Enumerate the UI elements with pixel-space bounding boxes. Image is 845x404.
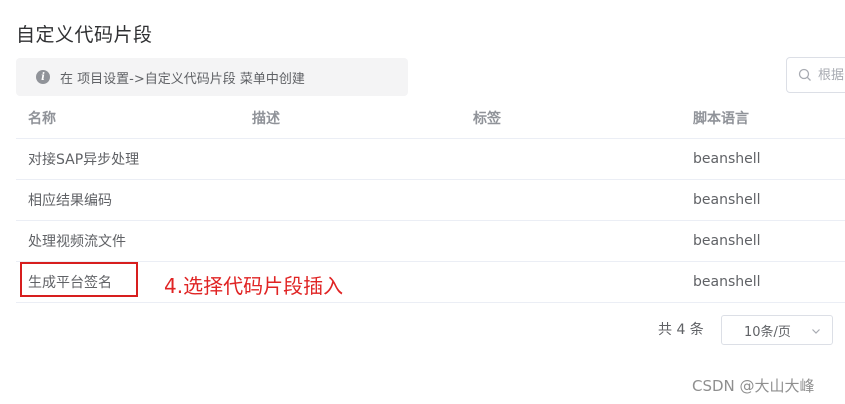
info-alert: i 在 项目设置->自定义代码片段 菜单中创建 (16, 58, 408, 96)
search-box[interactable] (786, 57, 845, 93)
table-row[interactable]: 处理视频流文件 beanshell (16, 221, 845, 262)
snippet-table: 名称 描述 标签 脚本语言 对接SAP异步处理 beanshell 相应结果编码… (16, 98, 845, 303)
cell-language: beanshell (693, 274, 761, 290)
page-size-select[interactable]: 10条/页 (721, 315, 833, 345)
cell-language: beanshell (693, 151, 761, 167)
cell-language: beanshell (693, 233, 761, 249)
page-size-value: 10条/页 (744, 324, 791, 340)
cell-name: 处理视频流文件 (28, 234, 126, 250)
column-header-name[interactable]: 名称 (28, 98, 56, 138)
cell-language: beanshell (693, 192, 761, 208)
pagination-total: 共 4 条 (658, 322, 704, 338)
info-icon: i (36, 70, 50, 84)
search-icon (798, 68, 811, 81)
annotation-text: 4.选择代码片段插入 (164, 274, 344, 298)
cell-name: 对接SAP异步处理 (28, 152, 140, 168)
highlight-box (20, 262, 138, 297)
table-row[interactable]: 对接SAP异步处理 beanshell (16, 139, 845, 180)
table-row[interactable]: 相应结果编码 beanshell (16, 180, 845, 221)
column-header-language[interactable]: 脚本语言 (693, 98, 749, 138)
cell-name: 相应结果编码 (28, 193, 112, 209)
chevron-down-icon (812, 329, 820, 334)
page-title: 自定义代码片段 (16, 24, 153, 46)
watermark: CSDN @大山大峰 (692, 377, 815, 395)
column-header-description[interactable]: 描述 (252, 98, 280, 138)
column-header-tags[interactable]: 标签 (473, 98, 501, 138)
table-header: 名称 描述 标签 脚本语言 (16, 98, 845, 139)
info-alert-text: 在 项目设置->自定义代码片段 菜单中创建 (60, 71, 305, 87)
table-row[interactable]: 生成平台签名 beanshell (16, 262, 845, 303)
search-input[interactable] (818, 67, 845, 83)
